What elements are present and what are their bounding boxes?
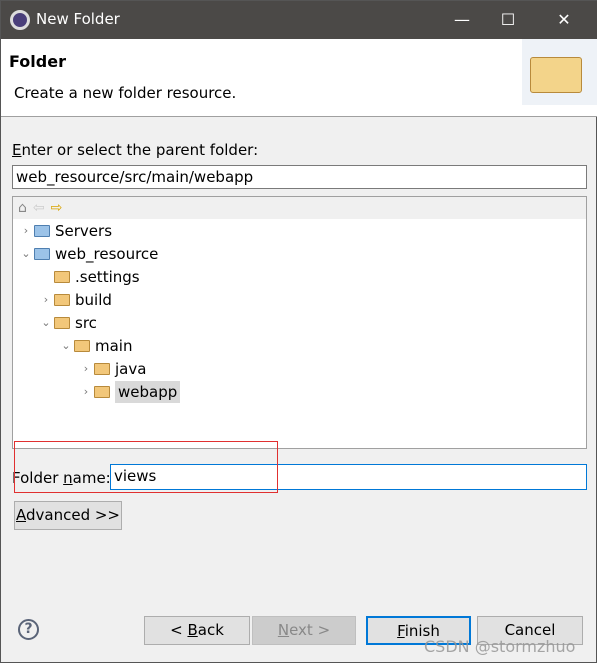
chevron-right-icon[interactable]: › <box>78 358 94 380</box>
tree-item-label: Servers <box>55 222 113 240</box>
help-icon[interactable]: ? <box>18 619 39 640</box>
parent-folder-input[interactable]: web_resource/src/main/webapp <box>12 165 587 189</box>
folder-icon <box>94 363 110 375</box>
tree-item-label: src <box>75 314 97 332</box>
folder-icon <box>54 317 70 329</box>
tree-item-label: webapp <box>115 381 181 403</box>
tree-item[interactable]: ⌄ web_resource <box>18 243 158 265</box>
dialog-header: Folder Create a new folder resource. <box>1 39 597 117</box>
folder-icon <box>54 294 70 306</box>
maximize-button[interactable]: ☐ <box>485 1 531 39</box>
back-arrow-icon[interactable]: ⇦ <box>33 200 45 216</box>
chevron-right-icon[interactable]: › <box>18 220 34 242</box>
folder-icon <box>74 340 90 352</box>
folder-icon <box>94 386 110 398</box>
chevron-right-icon[interactable]: › <box>78 381 94 403</box>
folder-tree[interactable]: ⌂ ⇦ ⇨ › Servers ⌄ web_resource .settings › bui… <box>12 196 587 449</box>
tree-item[interactable]: .settings <box>38 266 140 288</box>
folder-open-large-icon <box>522 39 597 105</box>
header-title: Folder <box>9 52 66 71</box>
tree-item[interactable]: ⌄ src <box>38 312 97 334</box>
home-icon[interactable]: ⌂ <box>18 200 27 216</box>
tree-item-label: .settings <box>75 268 140 286</box>
project-icon <box>34 248 50 260</box>
tree-item-label: java <box>115 360 147 378</box>
tree-item[interactable]: › build <box>38 289 112 311</box>
chevron-down-icon[interactable]: ⌄ <box>58 335 74 357</box>
title-bar: New Folder — ☐ ✕ <box>1 1 597 39</box>
tree-item[interactable]: › java <box>78 358 147 380</box>
eclipse-icon <box>10 10 30 30</box>
tree-item[interactable]: ⌄ main <box>58 335 132 357</box>
minimize-button[interactable]: — <box>439 1 485 39</box>
chevron-down-icon[interactable]: ⌄ <box>18 243 34 265</box>
tree-item-label: build <box>75 291 112 309</box>
tree-item-label: main <box>95 337 133 355</box>
forward-arrow-icon[interactable]: ⇨ <box>51 200 63 216</box>
back-button[interactable]: < Back <box>144 616 250 645</box>
parent-folder-label: Enter or select the parent folder: <box>12 141 259 159</box>
folder-icon <box>54 271 70 283</box>
chevron-right-icon[interactable]: › <box>38 289 54 311</box>
tree-item-label: web_resource <box>55 245 159 263</box>
close-button[interactable]: ✕ <box>541 1 587 39</box>
window-title: New Folder <box>36 10 120 28</box>
advanced-button[interactable]: Advanced >> <box>14 501 122 530</box>
next-button: Next > <box>252 616 356 645</box>
chevron-down-icon[interactable]: ⌄ <box>38 312 54 334</box>
header-description: Create a new folder resource. <box>14 84 237 102</box>
project-icon <box>34 225 50 237</box>
tree-item[interactable]: › webapp <box>78 381 181 403</box>
tree-item[interactable]: › Servers <box>18 220 112 242</box>
annotation-rectangle <box>14 441 278 493</box>
tree-toolbar: ⌂ ⇦ ⇨ <box>13 197 586 219</box>
watermark: CSDN @stormzhuo <box>424 637 576 656</box>
